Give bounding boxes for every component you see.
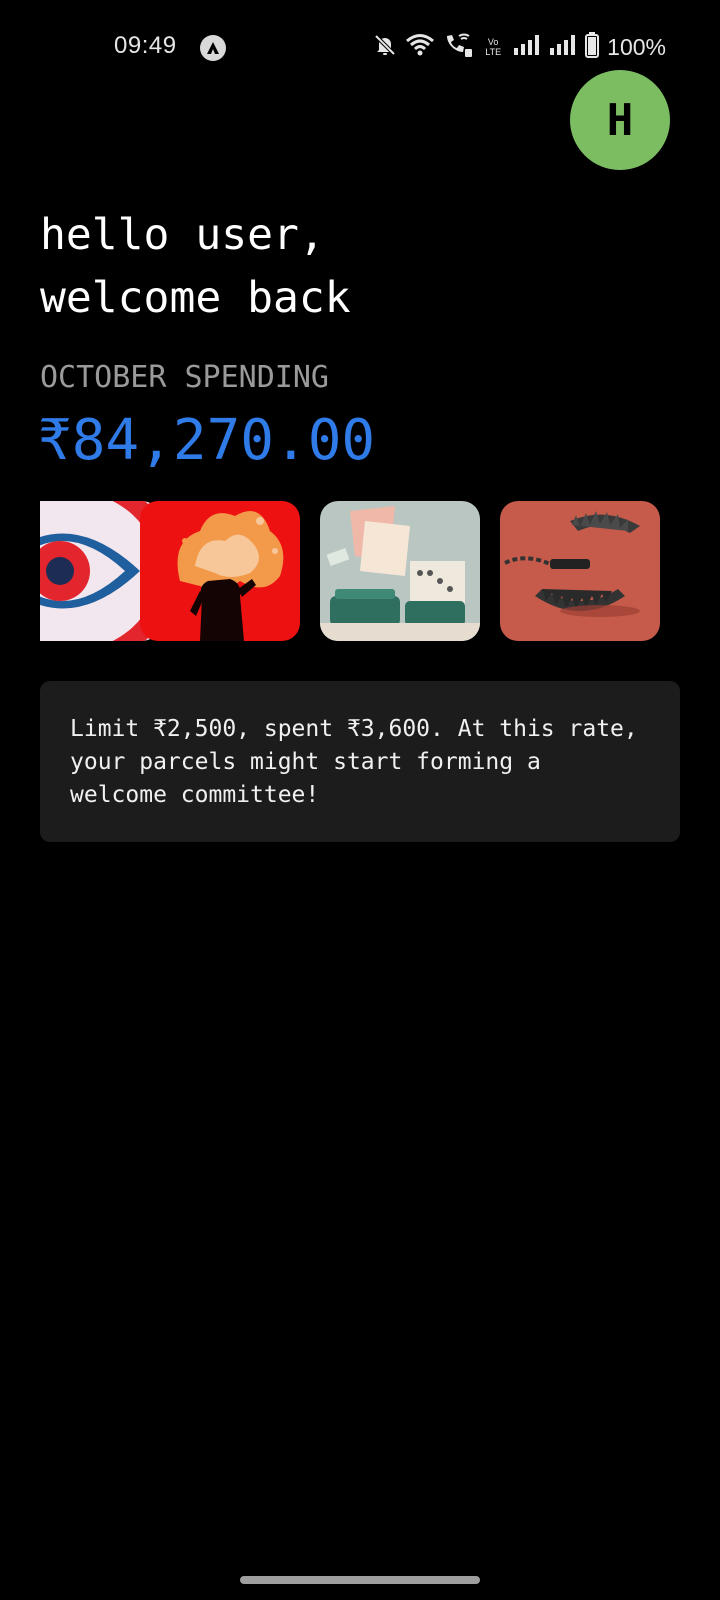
greeting-line-2: welcome back (40, 273, 351, 323)
avatar[interactable]: H (570, 70, 670, 170)
carousel-card-fire[interactable] (140, 501, 300, 641)
spending-alert-text: Limit ₹2,500, spent ₹3,600. At this rate… (70, 716, 638, 808)
spending-label: OCTOBER SPENDING (40, 360, 329, 395)
carousel-card-trap[interactable] (500, 501, 660, 641)
battery-percentage: 100% (607, 33, 666, 60)
mute-bell-icon (373, 33, 397, 61)
signal-icon (513, 34, 541, 60)
volte-line2: LTE (485, 47, 502, 57)
status-icons: Vo LTE 100% (373, 32, 666, 62)
wifi-icon (405, 33, 435, 61)
carousel-card-typewriter[interactable] (320, 501, 480, 641)
wifi-calling-icon (443, 32, 473, 62)
status-time: 09:49 (114, 32, 177, 59)
app-notification-icon (200, 35, 226, 61)
bear-trap-illustration-icon (500, 501, 660, 641)
greeting: hello user, welcome back (40, 204, 680, 330)
signal-icon (549, 34, 577, 60)
spending-alert-card: Limit ₹2,500, spent ₹3,600. At this rate… (40, 681, 680, 842)
greeting-line-1: hello user, (40, 210, 325, 260)
volte-line1: Vo (487, 37, 499, 47)
spending-amount: ₹84,270.00 (38, 408, 376, 473)
home-indicator[interactable] (240, 1576, 480, 1584)
illustration-carousel[interactable] (40, 501, 720, 641)
typewriter-receipts-illustration-icon (320, 501, 480, 641)
burning-figure-illustration-icon (140, 501, 300, 641)
volte-icon: Vo LTE (481, 37, 505, 57)
battery-icon (585, 32, 600, 62)
